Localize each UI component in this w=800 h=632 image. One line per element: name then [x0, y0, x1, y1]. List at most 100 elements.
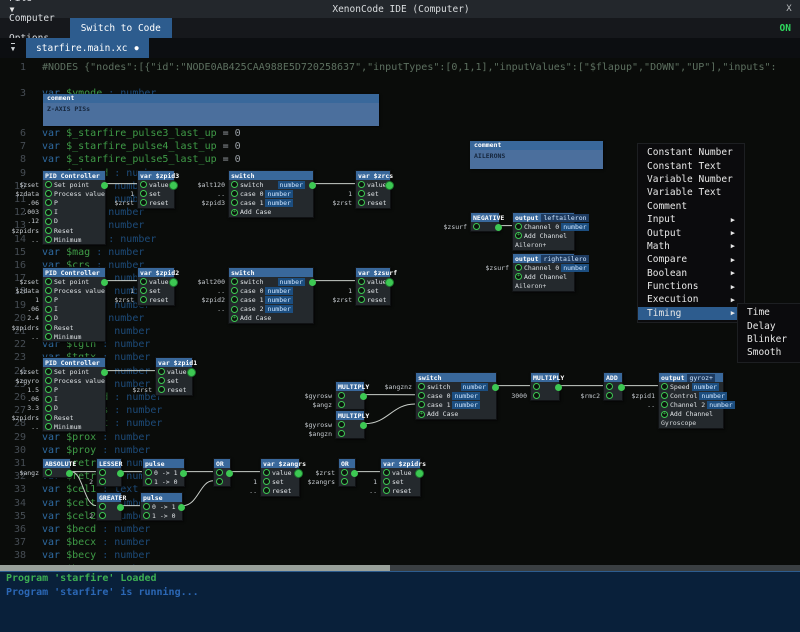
node-header[interactable]: outputrightailero: [513, 254, 574, 263]
type-chip[interactable]: number: [692, 383, 719, 391]
node-row[interactable]: ..case 0number: [229, 189, 313, 198]
node-row[interactable]: +Add Channel: [513, 272, 574, 281]
node-row[interactable]: 1.5P: [43, 385, 105, 394]
node-header[interactable]: PID Controller: [43, 171, 105, 180]
greater[interactable]: GREATER 2: [96, 492, 122, 521]
node-row[interactable]: $zdataProcess value: [43, 189, 105, 198]
input-port-icon[interactable]: [45, 386, 52, 393]
input-port-icon[interactable]: [231, 306, 238, 313]
input-port-icon[interactable]: [45, 199, 52, 206]
node-row[interactable]: $angzn: [336, 429, 364, 438]
node-row[interactable]: .06I: [43, 305, 105, 314]
input-port-icon[interactable]: [606, 383, 613, 390]
output-port-icon[interactable]: [309, 182, 316, 189]
context-menu-item-execution[interactable]: Execution▶: [638, 293, 744, 306]
input-port-icon[interactable]: [515, 264, 522, 271]
type-chip[interactable]: number: [452, 401, 479, 409]
node-header[interactable]: PID Controller: [43, 358, 105, 367]
var-zpidrs[interactable]: var $zpidrsvalue1set..reset: [380, 458, 421, 497]
input-port-icon[interactable]: [45, 315, 52, 322]
output-port-icon[interactable]: [555, 384, 562, 391]
node-name-chip[interactable]: leftaileron: [541, 214, 588, 222]
menu-item-computer[interactable]: Computer: [0, 8, 64, 28]
node-row[interactable]: 2: [97, 511, 121, 520]
input-port-icon[interactable]: [418, 392, 425, 399]
input-port-icon[interactable]: [606, 392, 613, 399]
pulse-1[interactable]: pulse0 -> 11 -> 0: [142, 458, 185, 487]
output-type-chip[interactable]: number: [278, 278, 305, 286]
node-row[interactable]: $zdataProcess value: [43, 286, 105, 295]
node-row[interactable]: 3000: [531, 391, 559, 400]
input-port-icon[interactable]: [145, 469, 152, 476]
input-port-icon[interactable]: [45, 218, 52, 225]
var-zsurf[interactable]: var $zsurfvalue1set$zrstreset: [355, 267, 391, 306]
comment-z-axis-pids[interactable]: commentZ-AXIS PISs: [43, 94, 379, 126]
multiply-c[interactable]: MULTIPLY3000: [530, 372, 560, 401]
node-row[interactable]: $alt200switchnumber: [229, 277, 313, 286]
or-2[interactable]: OR$zrst$zangrs: [338, 458, 356, 487]
node-row[interactable]: $angz: [43, 468, 70, 477]
input-port-icon[interactable]: [45, 278, 52, 285]
node-row[interactable]: $zpidrsReset: [43, 413, 105, 422]
context-menu-item-timing[interactable]: Timing▶: [638, 307, 744, 320]
output-port-icon[interactable]: [492, 384, 499, 391]
node-header[interactable]: ADD: [604, 373, 622, 382]
input-port-icon[interactable]: [45, 287, 52, 294]
input-port-icon[interactable]: [338, 392, 345, 399]
node-row[interactable]: Channel 0number: [513, 222, 574, 231]
node-header[interactable]: GREATER: [97, 493, 121, 502]
output-port-icon[interactable]: [178, 504, 185, 511]
add-port-icon[interactable]: +: [515, 232, 522, 239]
node-row[interactable]: ..case 2number: [229, 305, 313, 314]
input-port-icon[interactable]: [140, 190, 147, 197]
input-port-icon[interactable]: [45, 423, 52, 430]
input-port-icon[interactable]: [99, 469, 106, 476]
type-chip[interactable]: number: [265, 190, 292, 198]
input-port-icon[interactable]: [358, 287, 365, 294]
node-row[interactable]: $zpid2case 1number: [229, 295, 313, 304]
node-header[interactable]: MULTIPLY: [336, 411, 364, 420]
node-row[interactable]: ..case 0number: [229, 286, 313, 295]
input-port-icon[interactable]: [231, 199, 238, 206]
node-header[interactable]: ABSOLUTE: [43, 459, 70, 468]
input-port-icon[interactable]: [338, 421, 345, 428]
power-status-badge[interactable]: ON: [780, 23, 791, 34]
node-header[interactable]: pulse: [143, 459, 184, 468]
type-chip[interactable]: number: [561, 264, 588, 272]
input-port-icon[interactable]: [140, 199, 147, 206]
or-1[interactable]: OR: [213, 458, 231, 487]
type-chip[interactable]: number: [265, 199, 292, 207]
node-row[interactable]: +Add Channel: [513, 231, 574, 240]
output-port-icon[interactable]: [101, 369, 108, 376]
input-port-icon[interactable]: [216, 469, 223, 476]
node-row[interactable]: 0 -> 1: [143, 468, 184, 477]
input-port-icon[interactable]: [45, 227, 52, 234]
node-row[interactable]: 0 -> 1: [141, 502, 182, 511]
node-row[interactable]: [604, 382, 622, 391]
input-port-icon[interactable]: [216, 478, 223, 485]
input-port-icon[interactable]: [45, 377, 52, 384]
node-row[interactable]: +Add Case: [229, 314, 313, 323]
node-row[interactable]: ..Minimum: [43, 235, 105, 244]
multiply-a[interactable]: MULTIPLY$gyrosw$angz: [335, 381, 365, 410]
node-row[interactable]: value: [356, 180, 390, 189]
var-zpid1[interactable]: var $zpid1valueset$zrstreset: [155, 357, 193, 396]
node-header[interactable]: outputgyroz+: [659, 373, 723, 382]
node-row[interactable]: case 1number: [416, 400, 496, 409]
node-row[interactable]: [97, 502, 121, 511]
output-port-icon[interactable]: [360, 393, 367, 400]
node-row[interactable]: Aileron+: [513, 240, 574, 249]
node-row[interactable]: .06I: [43, 395, 105, 404]
submenu-item-smooth[interactable]: Smooth: [738, 346, 800, 359]
input-port-icon[interactable]: [99, 503, 106, 510]
input-port-icon[interactable]: [383, 478, 390, 485]
node-row[interactable]: 1set: [356, 286, 390, 295]
input-port-icon[interactable]: [341, 478, 348, 485]
node-row[interactable]: $zrstreset: [138, 295, 174, 304]
node-row[interactable]: 1P: [43, 295, 105, 304]
menu-item-file[interactable]: File: [0, 0, 64, 8]
context-menu-item-variable-number[interactable]: Variable Number: [638, 173, 744, 186]
input-port-icon[interactable]: [158, 377, 165, 384]
input-port-icon[interactable]: [45, 333, 52, 340]
node-row[interactable]: .12D: [43, 217, 105, 226]
